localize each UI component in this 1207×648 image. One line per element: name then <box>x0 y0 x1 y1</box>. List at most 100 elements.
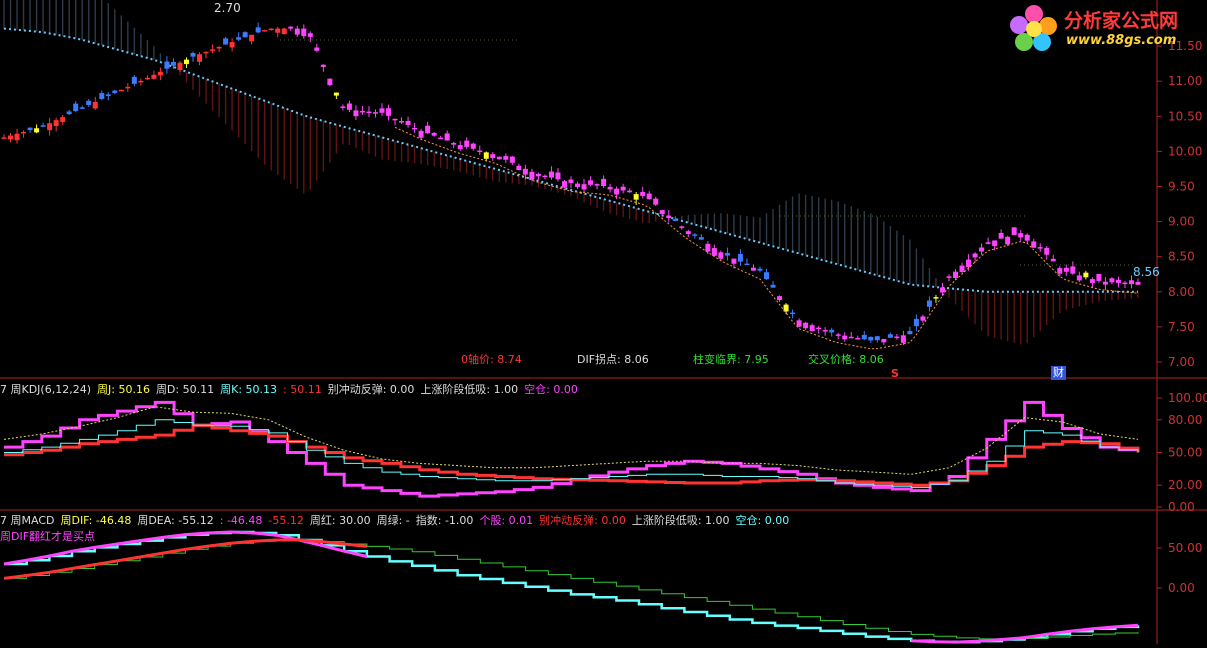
macd-header-item-10: 上涨阶段低吸: 1.00 <box>631 514 730 527</box>
candle-body <box>379 108 385 113</box>
candle-body <box>170 61 176 66</box>
price-tick-label: 8.50 <box>1168 250 1195 264</box>
candle-body <box>907 331 913 335</box>
candle-body <box>1005 236 1011 245</box>
macd-header-item-1: 周DIF: -46.48 <box>60 514 132 527</box>
logo: 分析家公式网 www.88gs.com <box>1008 2 1204 54</box>
candle-body <box>353 110 359 117</box>
candle-body <box>386 108 392 116</box>
candle-body <box>346 103 352 110</box>
candle-body <box>614 188 620 195</box>
macd-header-item-2: 周DEA: -55.12 <box>137 514 214 527</box>
candle-body <box>60 117 66 122</box>
candle-body <box>750 267 756 271</box>
candle-body <box>640 192 646 196</box>
macd-header-item-7: 指数: -1.00 <box>415 514 474 527</box>
candle-body <box>861 334 867 340</box>
candle-body <box>1031 241 1037 248</box>
candle-body <box>1135 281 1141 285</box>
candle-body <box>803 322 809 329</box>
candle-body <box>190 52 196 57</box>
candle-body <box>972 253 978 258</box>
candle-body <box>431 132 437 136</box>
candle-body <box>92 102 98 109</box>
candle-body <box>125 86 131 89</box>
candle-body <box>979 247 985 252</box>
candle-body <box>8 135 14 140</box>
macd-note: 周DIF翻红才是买点 <box>0 530 96 543</box>
candle-body <box>790 312 796 315</box>
price-tick-label: 8.00 <box>1168 285 1195 299</box>
candle-body <box>27 127 33 131</box>
candle-body <box>1037 247 1043 249</box>
candle-body <box>151 74 157 79</box>
candle-body <box>568 179 574 183</box>
macd-header-item-11: 空仓: 0.00 <box>735 514 790 527</box>
candle-body <box>822 330 828 332</box>
candle-body <box>503 156 509 160</box>
kdj-header-item-5: 别冲动反弹: 0.00 <box>327 383 415 396</box>
candle-body <box>998 232 1004 239</box>
candle-body <box>275 28 281 33</box>
candle-body <box>372 112 378 114</box>
candle-body <box>1083 272 1089 278</box>
candle-body <box>34 128 40 133</box>
price-tick-label: 11.00 <box>1168 74 1202 88</box>
candle-body <box>737 254 743 262</box>
candle-body <box>216 46 222 49</box>
candle-body <box>53 120 59 127</box>
candle-body <box>425 125 431 134</box>
candle-body <box>457 145 463 150</box>
candle-body <box>86 100 92 106</box>
macd-header-item-5: 周红: 30.00 <box>309 514 371 527</box>
last-price-label: 8.56 <box>1133 265 1160 279</box>
candle-body <box>1 137 7 139</box>
candle-body <box>685 231 691 235</box>
candle-body <box>561 181 567 188</box>
candle-body <box>548 171 554 178</box>
kdj-header-item-4: : 50.11 <box>283 383 322 396</box>
candle-body <box>1024 234 1030 241</box>
macd-tick-label: 50.00 <box>1168 541 1202 555</box>
kdj-header-item-1: 周J: 50.16 <box>97 383 150 396</box>
zero-axis-price-label: 0轴价: 8.74 <box>461 353 522 366</box>
candle-body <box>959 265 965 272</box>
candle-body <box>294 28 300 35</box>
candle-body <box>281 28 287 35</box>
macd-tick-label: 0.00 <box>1168 581 1195 595</box>
kdj-header-item-0: 7 周KDJ(6,12,24) <box>0 383 91 396</box>
kdj-tick-label: 100.00 <box>1168 391 1207 405</box>
candle-body <box>399 121 405 123</box>
candle-body <box>444 133 450 141</box>
price-tick-label: 9.00 <box>1168 215 1195 229</box>
candle-body <box>757 268 763 271</box>
candle-body <box>535 173 541 177</box>
candle-body <box>1063 267 1069 272</box>
candle-body <box>1102 281 1108 285</box>
macd-header: 7 周MACD 周DIF: -46.48 周DEA: -55.12: -46.48-… <box>0 512 795 527</box>
macd-header-item-8: 个股: 0.01 <box>479 514 534 527</box>
kdj-tick-label: 20.00 <box>1168 478 1202 492</box>
candle-body <box>1050 258 1056 262</box>
candle-body <box>731 258 737 264</box>
kdj-tick-label: 80.00 <box>1168 413 1202 427</box>
candle-body <box>118 89 124 92</box>
candle-body <box>835 334 841 336</box>
candle-body <box>333 92 339 96</box>
candle-body <box>953 271 959 278</box>
candle-body <box>464 140 470 147</box>
macd-header-item-4: -55.12 <box>268 514 304 527</box>
bar-critical-label: 柱变临界: 7.95 <box>693 353 769 366</box>
candle-body <box>764 272 770 280</box>
price-tick-label: 7.50 <box>1168 320 1195 334</box>
kdj-header: 7 周KDJ(6,12,24) 周J: 50.16 周D: 50.11 周K: 50.… <box>0 381 584 396</box>
candle-body <box>887 334 893 338</box>
candle-body <box>848 336 854 339</box>
candle-body <box>985 242 991 244</box>
macd-series-0 <box>4 530 1140 644</box>
price-tick-label: 10.50 <box>1168 109 1202 123</box>
candle-body <box>868 336 874 341</box>
kdj-header-item-2: 周D: 50.11 <box>155 383 215 396</box>
candle-body <box>359 110 365 113</box>
candle-body <box>197 54 203 62</box>
